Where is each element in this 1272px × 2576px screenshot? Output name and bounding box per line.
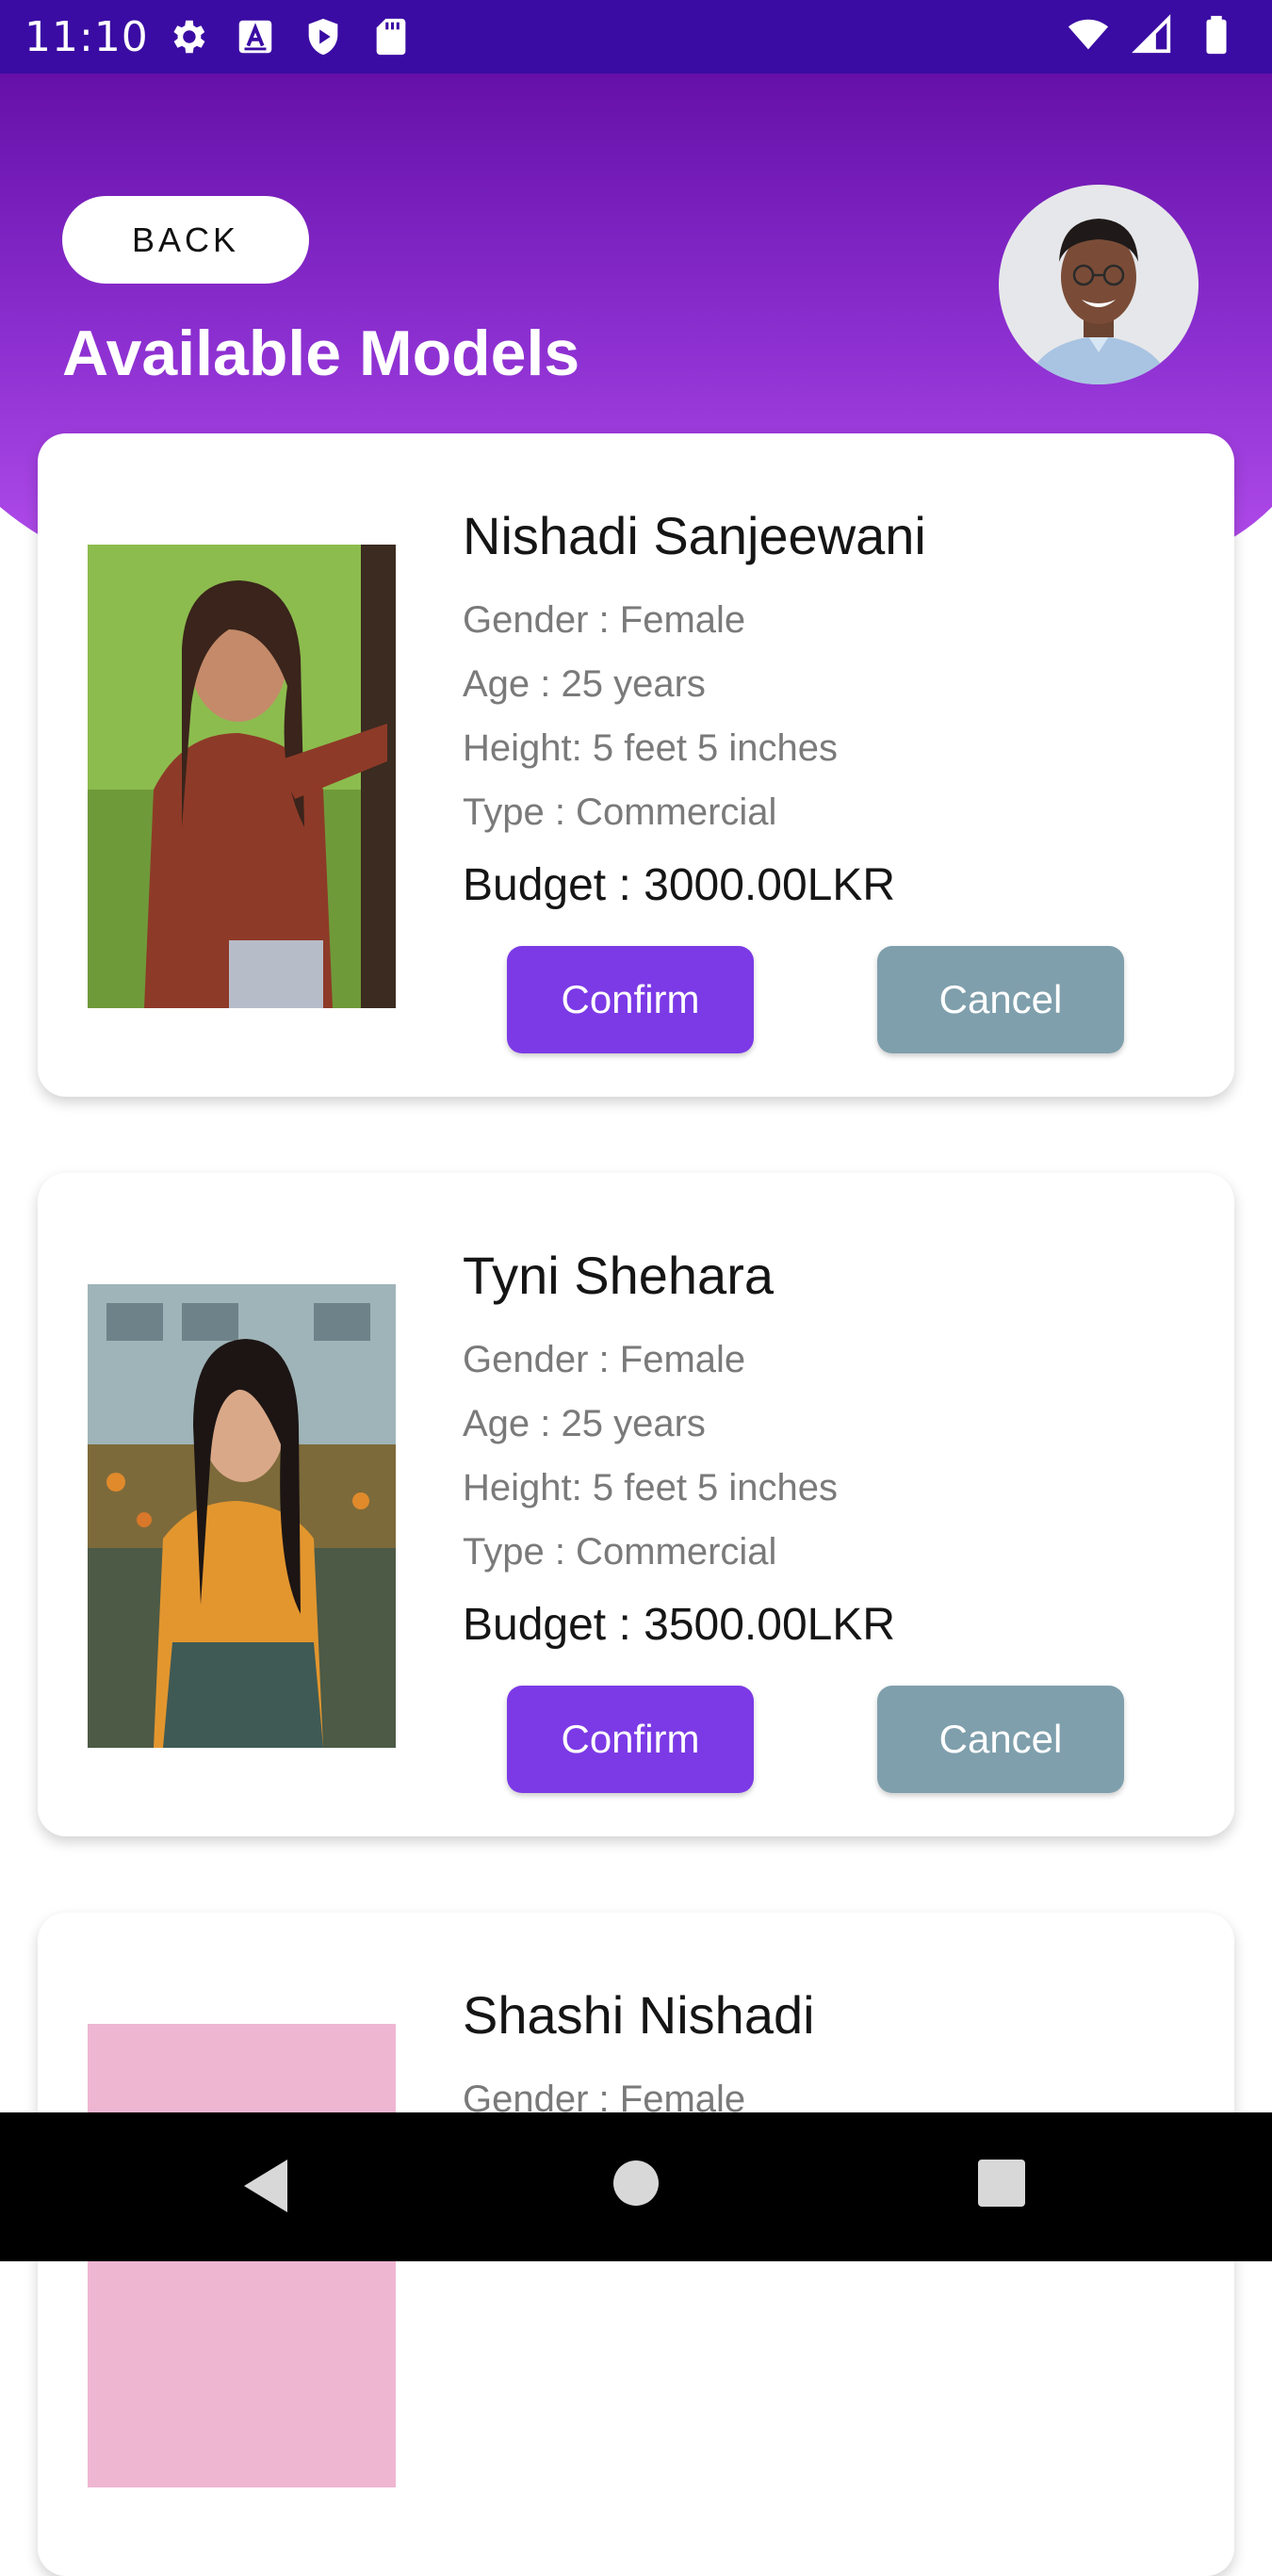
- back-button[interactable]: BACK: [62, 196, 309, 284]
- model-budget: Budget : 3000.00LKR: [463, 860, 896, 910]
- cancel-button[interactable]: Cancel: [877, 946, 1124, 1053]
- model-age: Age : 25 years: [463, 663, 706, 705]
- model-gender: Gender : Female: [463, 599, 746, 641]
- model-photo: [88, 545, 396, 1008]
- wifi-icon: [1068, 19, 1109, 50]
- shield-play-icon: [308, 18, 338, 56]
- model-type: Type : Commercial: [463, 791, 777, 833]
- model-name: Nishadi Sanjeewani: [463, 506, 926, 565]
- model-card: Tyni Shehara Gender : Female Age : 25 ye…: [38, 1173, 1234, 1836]
- model-budget: Budget : 3500.00LKR: [463, 1600, 896, 1650]
- model-name: Tyni Shehara: [463, 1246, 774, 1305]
- home-circle-icon[interactable]: [612, 2160, 660, 2207]
- battery-icon: [1206, 15, 1227, 55]
- settings-icon: [173, 20, 205, 54]
- confirm-button[interactable]: Confirm: [507, 1686, 754, 1793]
- model-height: Height: 5 feet 5 inches: [463, 1467, 839, 1508]
- model-age: Age : 25 years: [463, 1403, 706, 1444]
- model-card: Nishadi Sanjeewani Gender : Female Age :…: [38, 433, 1234, 1097]
- back-triangle-icon[interactable]: [240, 2158, 293, 2214]
- confirm-button[interactable]: Confirm: [507, 946, 754, 1053]
- navigation-bar: [0, 2112, 1272, 2261]
- avatar[interactable]: [999, 185, 1199, 384]
- model-height: Height: 5 feet 5 inches: [463, 727, 839, 769]
- model-gender: Gender : Female: [463, 1339, 746, 1380]
- recents-square-icon[interactable]: [978, 2160, 1025, 2207]
- page-title: Available Models: [62, 318, 580, 389]
- avatar-image: [999, 185, 1199, 384]
- signal-icon: [1132, 14, 1171, 54]
- a-box-icon: [238, 20, 272, 54]
- status-bar: 11:10: [0, 0, 1272, 73]
- cancel-button[interactable]: Cancel: [877, 1686, 1124, 1793]
- model-type: Type : Commercial: [463, 1531, 777, 1573]
- sd-card-icon: [376, 18, 406, 56]
- model-name: Shashi Nishadi: [463, 1985, 815, 2045]
- status-time: 11:10: [24, 13, 149, 61]
- model-photo: [88, 1284, 396, 1748]
